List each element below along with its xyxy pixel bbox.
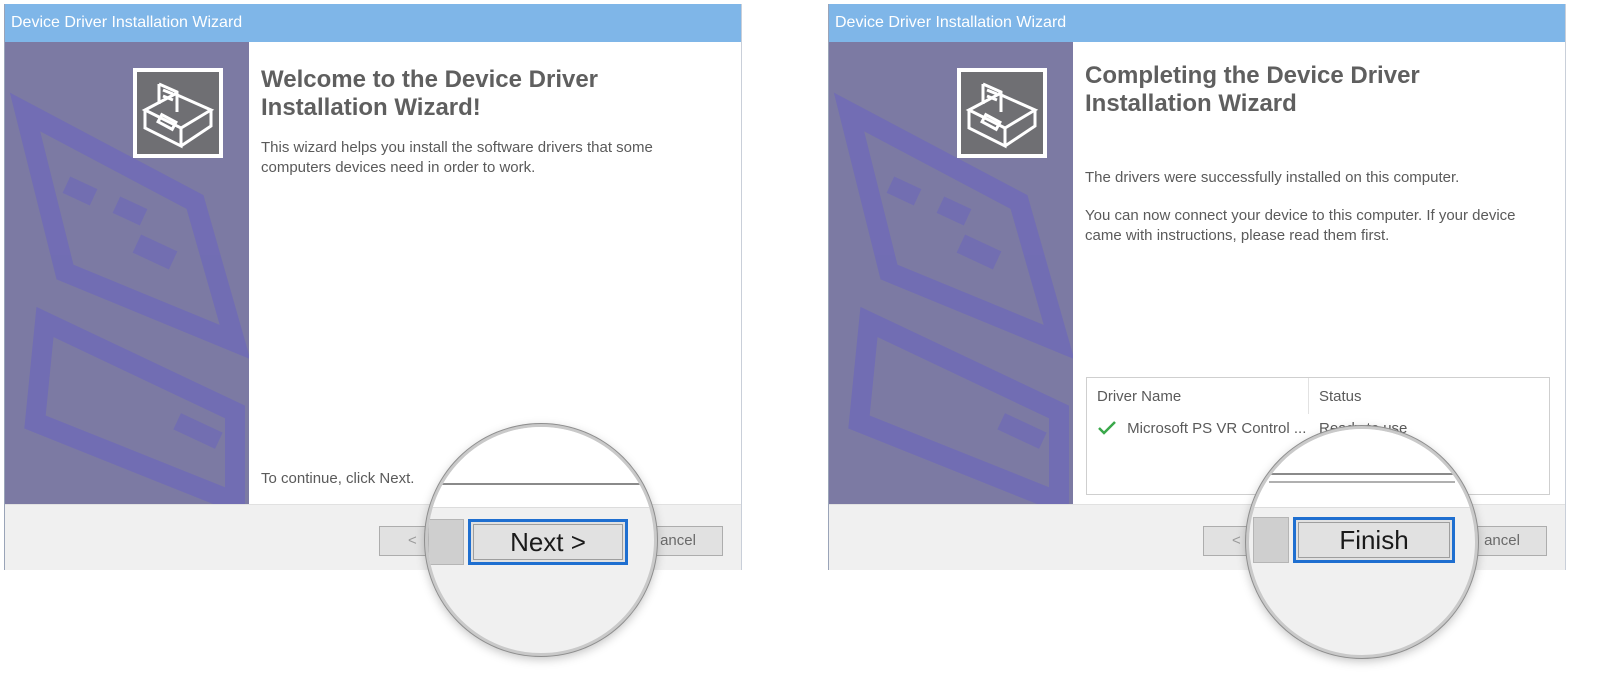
wizard-description: This wizard helps you install the softwa… xyxy=(261,139,653,176)
column-separator xyxy=(1308,378,1309,414)
back-button-zoomed[interactable] xyxy=(428,519,464,565)
heading-line-2: Installation Wizard! xyxy=(261,94,481,121)
driver-box-icon xyxy=(957,68,1047,158)
connect-instructions: You can now connect your device to this … xyxy=(1085,207,1516,244)
zoom-magnifier: Finish xyxy=(1246,426,1478,658)
next-button[interactable]: Next > xyxy=(468,519,628,565)
wizard-banner xyxy=(5,42,249,504)
continue-instruction: To continue, click Next. xyxy=(261,470,415,487)
heading-line-1: Completing the Device Driver xyxy=(1085,62,1420,89)
green-check-icon xyxy=(1097,420,1117,440)
next-button-label: Next > xyxy=(510,527,586,557)
wizard-content: Completing the Device Driver Installatio… xyxy=(1085,42,1545,246)
driver-box-icon xyxy=(133,68,223,158)
wizard-content: Welcome to the Device Driver Installatio… xyxy=(261,42,721,178)
cancel-button-label: ancel xyxy=(1484,532,1520,549)
finish-button[interactable]: Finish xyxy=(1293,517,1455,563)
back-button-label: < xyxy=(1232,532,1241,549)
back-button-label: < xyxy=(408,532,417,549)
cancel-button-label: ancel xyxy=(660,532,696,549)
column-header-status[interactable]: Status xyxy=(1319,388,1362,405)
window-title: Device Driver Installation Wizard xyxy=(5,4,741,42)
heading-line-1: Welcome to the Device Driver xyxy=(261,66,599,93)
window-title: Device Driver Installation Wizard xyxy=(829,4,1565,42)
heading-line-2: Installation Wizard xyxy=(1085,90,1297,117)
wizard-banner xyxy=(829,42,1073,504)
back-button-zoomed[interactable] xyxy=(1253,517,1289,563)
zoom-magnifier: Next > xyxy=(425,424,657,656)
success-message: The drivers were successfully installed … xyxy=(1085,169,1460,186)
finish-button-label: Finish xyxy=(1339,525,1409,555)
column-header-driver-name[interactable]: Driver Name xyxy=(1097,388,1181,405)
page-title: Welcome to the Device Driver Installatio… xyxy=(261,66,721,122)
page-title: Completing the Device Driver Installatio… xyxy=(1085,62,1545,118)
